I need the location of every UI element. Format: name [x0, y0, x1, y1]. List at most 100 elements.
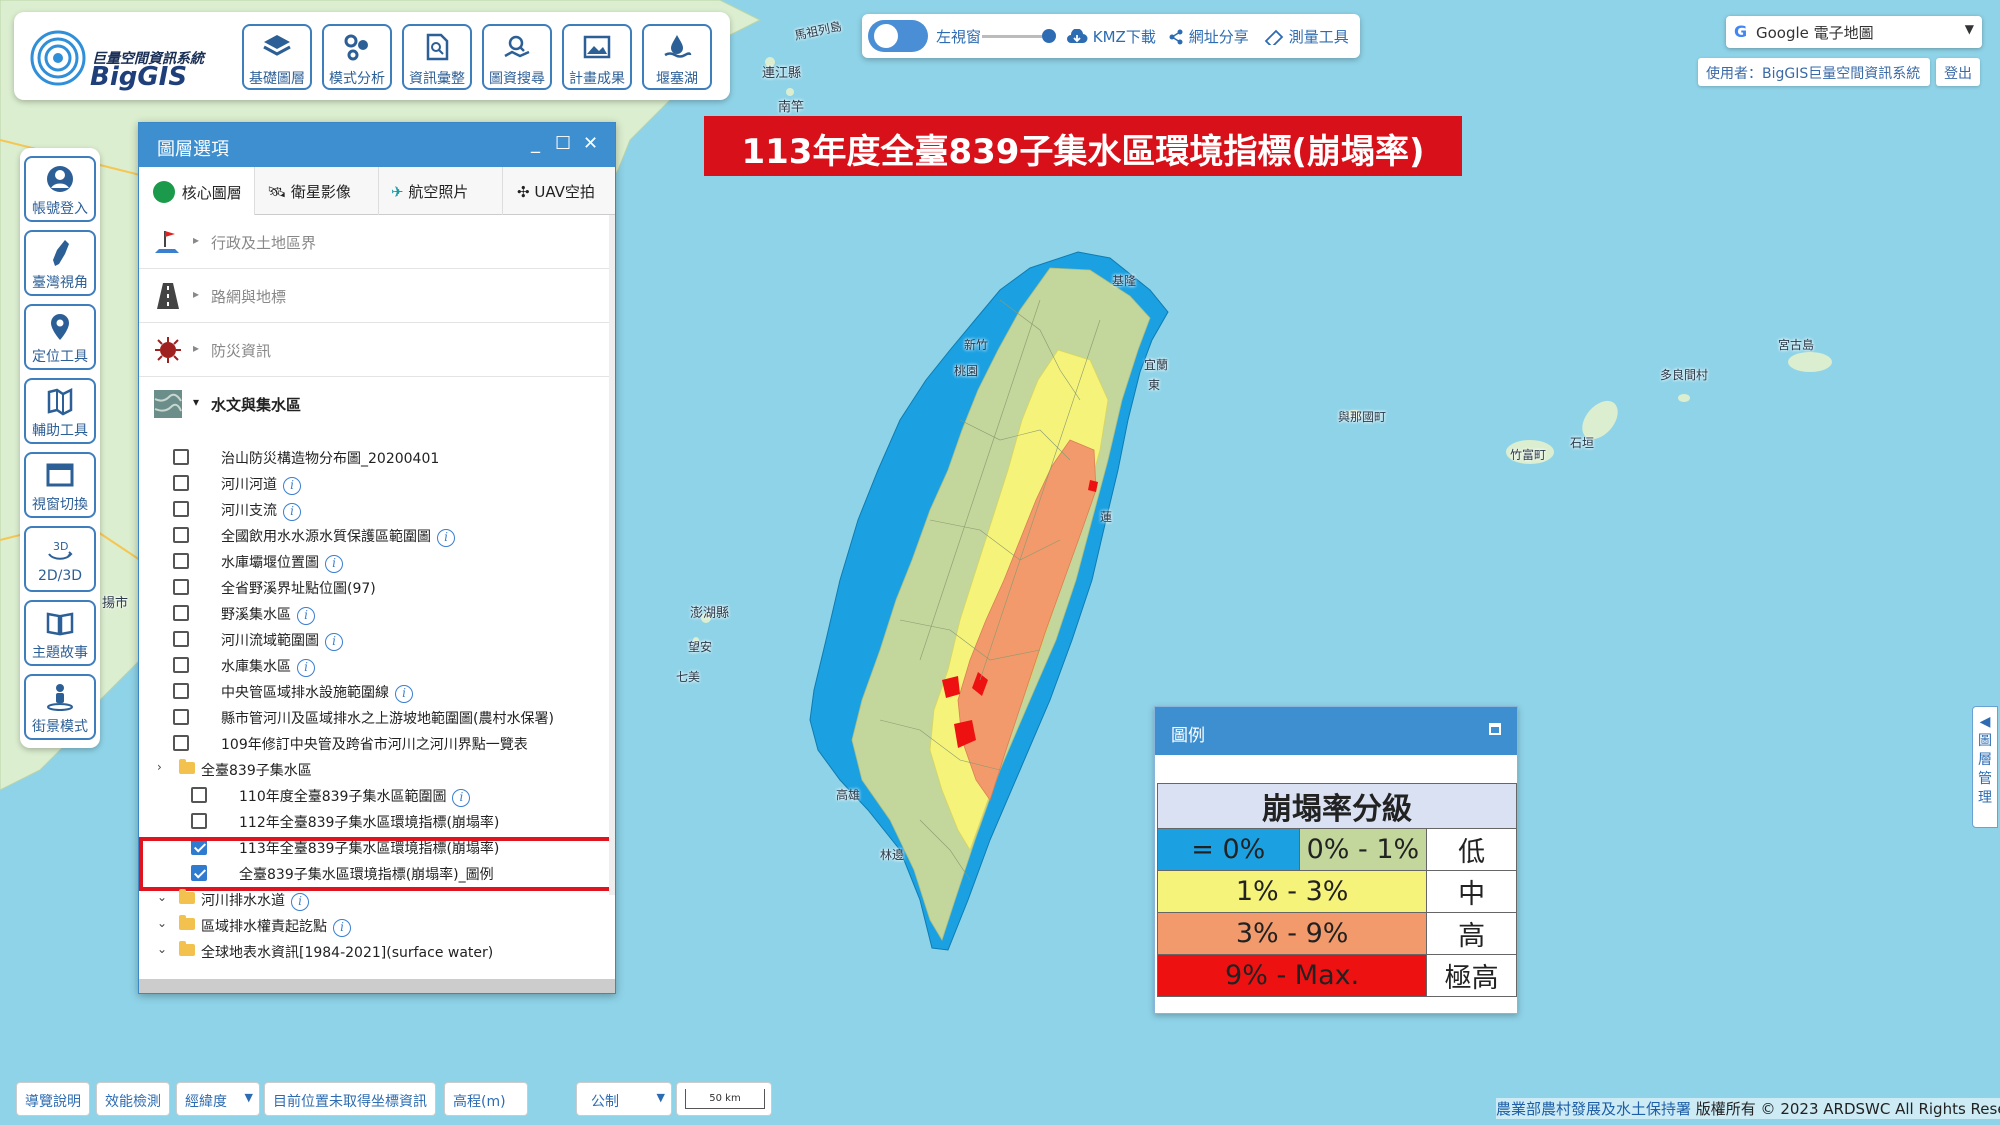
- info-icon[interactable]: i: [297, 607, 315, 625]
- share-url-button[interactable]: 網址分享: [1168, 26, 1249, 47]
- tarama-island: [1678, 394, 1690, 402]
- toolbar-label: 圖資搜尋: [489, 71, 545, 87]
- layer-checkbox[interactable]: [173, 657, 189, 673]
- layer-checkbox[interactable]: [173, 579, 189, 595]
- map-label-kaohsiung: 高雄: [836, 788, 861, 802]
- sidebar-button-taiwan-view[interactable]: 臺灣視角: [24, 230, 96, 296]
- layer-checkbox[interactable]: [173, 605, 189, 621]
- sidebar-button-streetview[interactable]: 街景模式: [24, 674, 96, 740]
- map-label-tarama: 多良間村: [1660, 368, 1709, 382]
- legend-header[interactable]: 圖例: [1155, 707, 1517, 755]
- logo-title: BigGIS: [90, 62, 188, 92]
- unit-select[interactable]: 公制 ▼: [576, 1082, 672, 1116]
- info-icon[interactable]: i: [333, 919, 351, 937]
- toolbar-button-base-layers[interactable]: 基礎圖層: [242, 24, 312, 90]
- chevron-down-icon: ▼: [1964, 22, 1974, 36]
- close-icon[interactable]: ✕: [583, 133, 598, 154]
- category-disaster[interactable]: ▸ 防災資訊: [139, 323, 615, 377]
- copyright-org-link[interactable]: 農業部農村發展及水土保持署: [1496, 1100, 1691, 1118]
- toolbar-button-barrier-lake[interactable]: 堰塞湖: [642, 24, 712, 90]
- biggis-logo[interactable]: 巨量空間資訊系統 BigGIS: [28, 24, 228, 92]
- kmz-download-button[interactable]: KMZ下載: [1066, 26, 1156, 47]
- layer-label: 109年修訂中央管及跨省市河川之河川界點一覽表: [221, 737, 528, 753]
- opacity-slider-handle[interactable]: [1042, 29, 1056, 43]
- layer-checkbox[interactable]: [191, 787, 207, 803]
- road-icon: [157, 283, 179, 309]
- tab-aerial-photo[interactable]: ✈ 航空照片: [379, 167, 503, 215]
- opacity-slider-track[interactable]: [982, 35, 1042, 38]
- logo-rings-icon: [30, 30, 86, 86]
- toolbar-button-map-search[interactable]: 圖資搜尋: [482, 24, 552, 90]
- sidebar-button-window-switch[interactable]: 視窗切換: [24, 452, 96, 518]
- tab-core-layers[interactable]: 核心圖層: [139, 167, 255, 215]
- chevron-down-icon: ⌄: [157, 890, 168, 904]
- sidebar-button-aux-tools[interactable]: 輔助工具: [24, 378, 96, 444]
- logout-button[interactable]: 登出: [1936, 58, 1980, 86]
- sidebar-button-locate[interactable]: 定位工具: [24, 304, 96, 370]
- info-icon[interactable]: i: [283, 503, 301, 521]
- basemap-select[interactable]: G Google 電子地圖 ▼: [1726, 16, 1982, 48]
- info-icon[interactable]: i: [437, 529, 455, 547]
- kmz-download-label: KMZ下載: [1092, 28, 1156, 46]
- layer-checkbox[interactable]: [173, 709, 189, 725]
- minimize-icon[interactable]: _: [531, 133, 540, 154]
- info-icon[interactable]: i: [452, 789, 471, 807]
- toolbar-button-project-results[interactable]: 計畫成果: [562, 24, 632, 90]
- toolbar-button-model-analysis[interactable]: 模式分析: [322, 24, 392, 90]
- layer-checkbox[interactable]: [173, 449, 189, 465]
- coordinate-type-select[interactable]: 經緯度 ▼: [176, 1082, 260, 1116]
- layer-checkbox[interactable]: [173, 553, 189, 569]
- layer-checkbox[interactable]: [173, 501, 189, 517]
- sidebar-button-story[interactable]: 主題故事: [24, 600, 96, 666]
- layer-label: 水庫集水區: [221, 659, 291, 675]
- sidebar-button-2d-3d[interactable]: 3D 2D/3D: [24, 526, 96, 592]
- toolbar-label: 計畫成果: [569, 71, 625, 87]
- layer-checkbox[interactable]: [173, 527, 189, 543]
- top-tools-bar: 左視窗 KMZ下載 網址分享 測量工具: [862, 14, 1360, 58]
- category-hydrology[interactable]: ▾ 水文與集水區: [139, 377, 615, 431]
- layer-label: 河川河道: [221, 477, 277, 493]
- category-admin-boundaries[interactable]: ▸ 行政及土地區界: [139, 215, 615, 269]
- map-label-qimei: 七美: [676, 670, 701, 684]
- measure-tool-button[interactable]: 測量工具: [1264, 26, 1349, 49]
- layer-panel-horizontal-scrollbar[interactable]: [139, 979, 615, 993]
- tools-icon: [47, 387, 73, 416]
- tab-label: 航空照片: [408, 183, 469, 201]
- tab-satellite[interactable]: 🛰 衛星影像: [255, 167, 379, 215]
- info-icon[interactable]: i: [325, 555, 343, 573]
- left-window-toggle[interactable]: [868, 20, 928, 52]
- info-icon[interactable]: i: [297, 659, 315, 677]
- layer-manager-tab[interactable]: ◀圖層管理: [1972, 706, 1998, 828]
- category-label: 水文與集水區: [211, 396, 302, 414]
- performance-check-button[interactable]: 效能檢測: [96, 1082, 170, 1116]
- info-icon[interactable]: i: [283, 477, 301, 495]
- category-label: 路網與地標: [211, 288, 287, 306]
- info-icon[interactable]: i: [395, 685, 413, 703]
- maximize-icon[interactable]: ☐: [555, 133, 571, 154]
- copyright-text: 版權所有 © 2023 ARDSWC All Rights Reserved.: [1695, 1100, 2000, 1118]
- sidebar-label: 定位工具: [32, 349, 88, 365]
- layer-checkbox[interactable]: [173, 631, 189, 647]
- tab-uav[interactable]: ✣ UAV空拍: [503, 167, 615, 215]
- toolbar-button-info-summary[interactable]: 資訊彙整: [402, 24, 472, 90]
- main-toolbar: 巨量空間資訊系統 BigGIS 基礎圖層 模式分析 資訊彙整 圖資搜尋 計畫成果…: [14, 12, 730, 100]
- layer-checkbox[interactable]: [173, 735, 189, 751]
- minimize-icon[interactable]: [1489, 723, 1501, 735]
- layer-checkbox[interactable]: [173, 683, 189, 699]
- sidebar-label: 視窗切換: [32, 497, 88, 513]
- layer-panel-scrollbar[interactable]: [609, 215, 615, 895]
- category-roads[interactable]: ▸ 路網與地標: [139, 269, 615, 323]
- guide-button[interactable]: 導覽說明: [16, 1082, 90, 1116]
- scale-bar: 50 km: [676, 1082, 772, 1116]
- layer-checkbox[interactable]: [173, 475, 189, 491]
- chevron-right-icon: ▸: [193, 233, 200, 247]
- info-icon[interactable]: i: [325, 633, 343, 651]
- layer-checkbox[interactable]: [191, 813, 207, 829]
- layer-panel-header[interactable]: 圖層選項 _ ☐ ✕: [139, 123, 615, 167]
- coordinate-readout: 目前位置未取得坐標資訊: [264, 1082, 436, 1116]
- chevron-down-icon: ▾: [193, 395, 200, 409]
- info-icon[interactable]: i: [291, 893, 309, 911]
- sidebar-button-login[interactable]: 帳號登入: [24, 156, 96, 222]
- layer-label: 縣市管河川及區域排水之上游坡地範圍圖(農村水保署): [221, 711, 554, 727]
- map-label-ishigaki: 石垣: [1570, 436, 1595, 450]
